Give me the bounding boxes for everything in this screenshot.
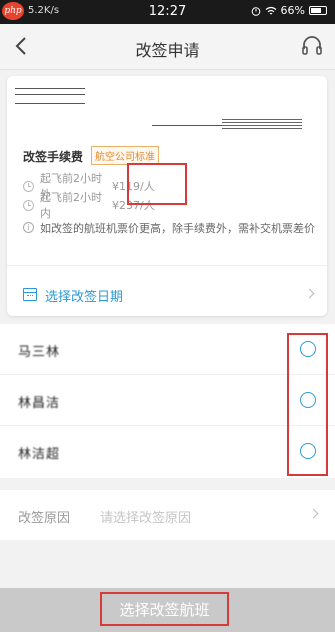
clock-icon — [23, 199, 34, 211]
list-item[interactable]: 林洁超 — [0, 426, 335, 477]
fee-highlight-box — [127, 163, 187, 205]
fee-row-label: 起飞前2小时内 — [40, 191, 102, 220]
passenger-list: 马三林 林昌洁 林洁超 — [0, 324, 335, 478]
passenger-name: 马三林 — [18, 345, 61, 360]
bottom-bar: 选择改签航班 — [0, 588, 335, 632]
divider — [7, 265, 327, 266]
list-item[interactable]: 林昌洁 — [0, 375, 335, 426]
fee-title: 改签手续费 — [23, 150, 84, 164]
alarm-icon — [251, 6, 260, 16]
wifi-icon — [265, 6, 276, 14]
change-info-card: 改签手续费 航空公司标准 起飞前2小时外 ¥119/人 起飞前2小时内 ¥237… — [7, 76, 327, 316]
passenger-name: 林洁超 — [18, 447, 61, 462]
select-flight-button[interactable]: 选择改签航班 — [100, 592, 229, 626]
battery-percent: 66% — [280, 4, 305, 17]
select-date-label: 选择改签日期 — [45, 290, 124, 305]
reason-label: 改签原因 — [18, 511, 71, 526]
page-title: 改签申请 — [135, 41, 200, 60]
headset-icon[interactable] — [301, 34, 323, 58]
calendar-icon — [23, 288, 37, 301]
chevron-right-icon — [308, 508, 319, 519]
list-item[interactable]: 马三林 — [0, 324, 335, 375]
radio-highlight-box — [287, 333, 328, 476]
battery-icon — [309, 6, 327, 15]
passenger-name: 林昌洁 — [18, 396, 61, 411]
status-bar: php 5.2K/s 12:27 66% — [0, 0, 335, 24]
reason-placeholder: 请选择改签原因 — [100, 511, 192, 526]
price-difference-note: 如改签的航班机票价更高，除手续费外，需补交机票差价 — [40, 222, 315, 235]
status-right: 66% — [251, 4, 327, 17]
chevron-right-icon — [304, 288, 315, 299]
nav-bar: 改签申请 — [0, 24, 335, 70]
info-icon: i — [23, 222, 34, 233]
change-reason-row[interactable]: 改签原因 请选择改签原因 — [0, 490, 335, 540]
